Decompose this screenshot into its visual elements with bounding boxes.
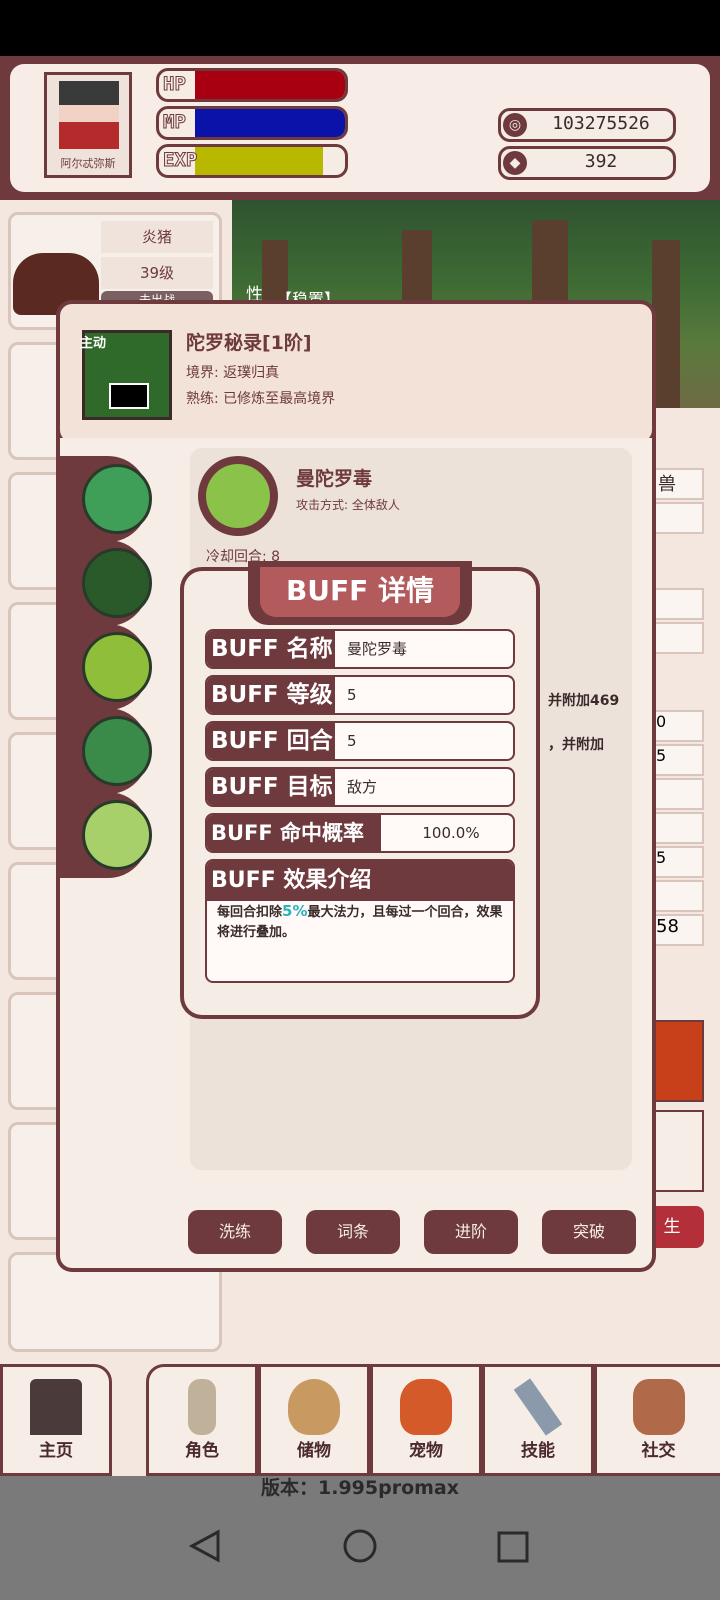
pet-name: 炎猪	[101, 221, 213, 253]
hp-fill	[195, 71, 345, 99]
gold-counter: ◎ 103275526	[498, 108, 676, 142]
affix-button[interactable]: 词条	[306, 1210, 400, 1254]
exp-label: EXP	[162, 149, 198, 172]
back-icon[interactable]	[188, 1528, 222, 1564]
refine-button[interactable]: 洗练	[188, 1210, 282, 1254]
skill-tab-5[interactable]	[60, 792, 152, 878]
buff-title-banner: BUFF 详情	[248, 561, 472, 625]
breakthrough-button[interactable]: 突破	[542, 1210, 636, 1254]
nav-pet[interactable]: 宠物	[370, 1364, 482, 1476]
bag-icon	[288, 1379, 340, 1435]
skill-tab-4[interactable]	[60, 708, 152, 794]
skill-type-tag: 主动	[80, 336, 107, 351]
effect-icon	[198, 456, 278, 536]
buff-row-key: BUFF 名称	[207, 631, 335, 667]
effect-side-text-1: 并附加469	[548, 693, 620, 709]
house-icon	[30, 1379, 82, 1435]
right-label: 兽	[652, 468, 704, 500]
avatar-image	[59, 81, 119, 149]
right-box	[652, 880, 704, 912]
skill-title: 陀罗秘录[1阶]	[186, 332, 312, 354]
right-box	[652, 502, 704, 534]
buff-dialog-inner: BUFF 详情 BUFF 名称 曼陀罗毒 BUFF 等级 5 BUFF 回合 5…	[184, 561, 536, 1015]
skill-mastery: 熟练: 已修炼至最高境界	[186, 391, 336, 407]
right-box	[652, 812, 704, 844]
mp-fill	[195, 109, 345, 137]
gem-value: 392	[584, 151, 618, 172]
exp-fill	[195, 147, 323, 175]
buff-effect-box: BUFF 效果介绍 每回合扣除5%最大法力，且每过一个回合，效果将进行叠加。	[205, 859, 515, 983]
buff-row-key: BUFF 等级	[207, 677, 335, 713]
nav-character[interactable]: 角色	[146, 1364, 258, 1476]
buff-effect-text: 每回合扣除5%最大法力，且每过一个回合，效果将进行叠加。	[217, 902, 503, 940]
skill-tab-1[interactable]	[60, 456, 152, 542]
player-avatar[interactable]: 阿尔忒弥斯	[44, 72, 132, 178]
buff-row-value: 敌方	[347, 778, 378, 796]
fox-icon	[400, 1379, 452, 1435]
skill-realm: 境界: 返璞归真	[186, 365, 280, 381]
advance-button[interactable]: 进阶	[424, 1210, 518, 1254]
nav-storage[interactable]: 储物	[258, 1364, 370, 1476]
buff-row-value: 5	[347, 732, 357, 750]
hp-bar: HP	[156, 68, 348, 102]
buff-title: BUFF 详情	[260, 567, 460, 617]
coin-icon: ◎	[503, 113, 527, 137]
buff-dialog: BUFF 详情 BUFF 名称 曼陀罗毒 BUFF 等级 5 BUFF 回合 5…	[180, 561, 540, 1019]
effect-side-text-2: ，并附加	[548, 737, 604, 753]
mp-bar: MP	[156, 106, 348, 140]
character-icon	[188, 1379, 216, 1435]
right-box: 58	[652, 914, 704, 946]
hp-label: HP	[163, 73, 187, 96]
skill-tab-2[interactable]	[60, 540, 152, 626]
skill-tab-3[interactable]	[60, 624, 152, 710]
version-text: 版本：1.995promax	[261, 1477, 459, 1499]
buff-effect-highlight: 5%	[282, 902, 308, 920]
pet-level: 39级	[101, 257, 213, 289]
right-card-fire	[650, 1020, 704, 1102]
buff-effect-key: BUFF 效果介绍	[207, 861, 513, 901]
effect-name: 曼陀罗毒	[296, 468, 373, 490]
mp-label: MP	[163, 111, 187, 134]
buff-row-hit-rate: BUFF 命中概率 100.0%	[205, 813, 515, 853]
buff-row-key: BUFF 回合	[207, 723, 335, 759]
sword-icon	[513, 1378, 563, 1436]
exp-bar: EXP	[156, 144, 348, 178]
buff-row-rounds: BUFF 回合 5	[205, 721, 515, 761]
right-card-seal	[650, 1110, 704, 1192]
buff-row-level: BUFF 等级 5	[205, 675, 515, 715]
right-box	[652, 588, 704, 620]
buff-row-key: BUFF 目标	[207, 769, 335, 805]
right-box	[652, 622, 704, 654]
gem-icon: ◆	[503, 151, 527, 175]
nav-social[interactable]: 社交	[594, 1364, 720, 1476]
nav-home[interactable]: 主页	[0, 1364, 112, 1476]
buff-row-name: BUFF 名称 曼陀罗毒	[205, 629, 515, 669]
nav-skill[interactable]: 技能	[482, 1364, 594, 1476]
handshake-icon	[632, 1379, 685, 1435]
home-circle-icon[interactable]	[342, 1528, 378, 1564]
recents-square-icon[interactable]	[496, 1530, 530, 1564]
buff-row-key: BUFF 命中概率	[207, 815, 381, 851]
gem-counter: ◆ 392	[498, 146, 676, 180]
player-name: 阿尔忒弥斯	[60, 157, 116, 170]
buff-row-value: 5	[347, 686, 357, 704]
right-box: 5	[652, 846, 704, 878]
right-box	[652, 778, 704, 810]
system-nav-bar: 版本：1.995promax	[0, 1476, 720, 1600]
right-box: 5	[652, 744, 704, 776]
buff-row-value: 曼陀罗毒	[347, 640, 408, 658]
buff-row-target: BUFF 目标 敌方	[205, 767, 515, 807]
buff-row-value: 100.0%	[422, 824, 480, 842]
gold-value: 103275526	[552, 113, 650, 134]
right-box: 0	[652, 710, 704, 742]
status-bar	[0, 0, 720, 56]
effect-attack-mode: 攻击方式: 全体敌人	[296, 498, 400, 512]
